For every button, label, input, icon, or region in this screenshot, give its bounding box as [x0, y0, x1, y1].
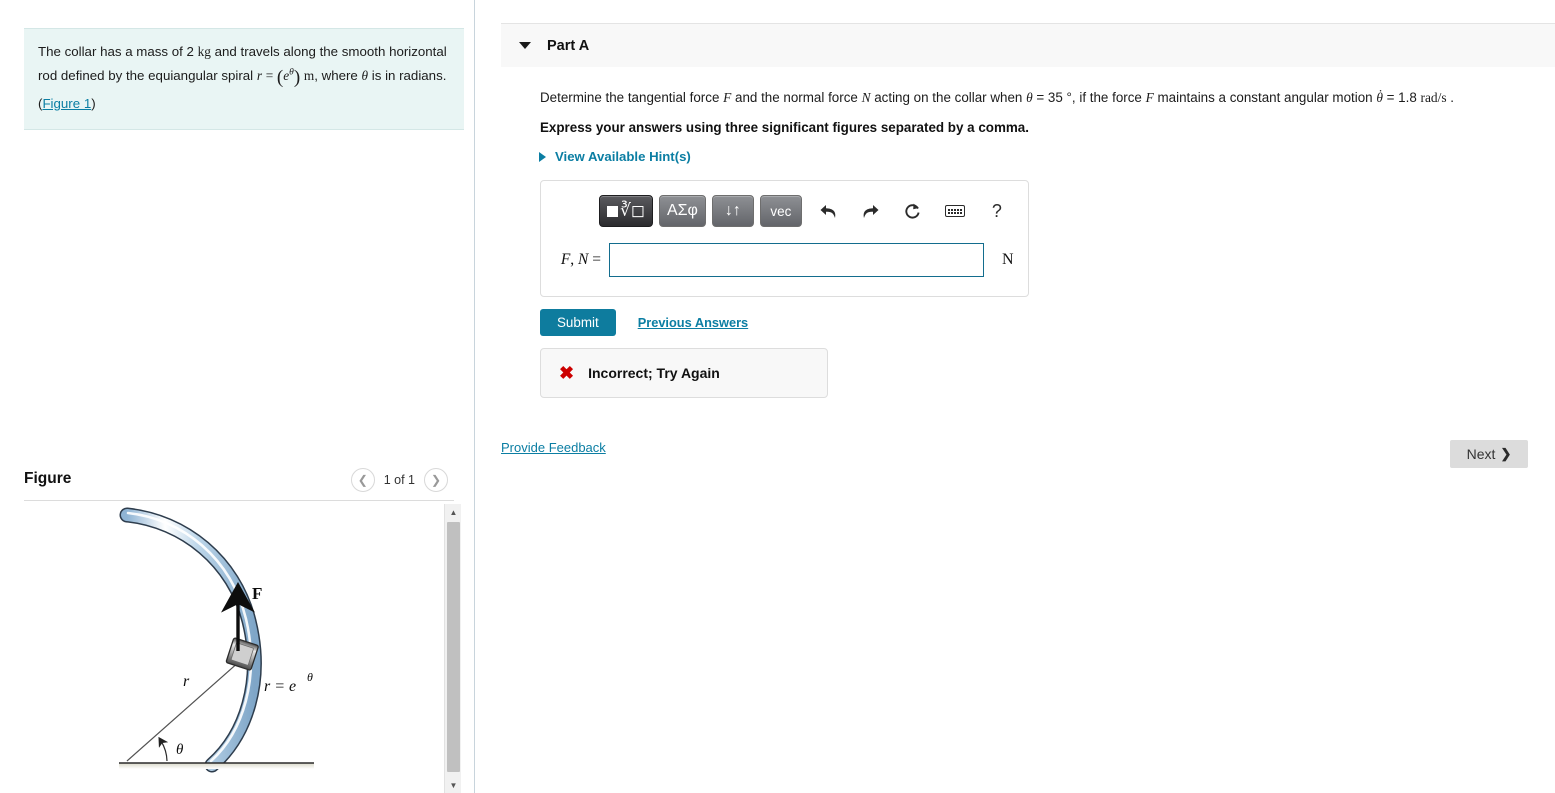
next-label: Next: [1466, 446, 1496, 462]
updown-arrows-button[interactable]: ↓↑: [711, 195, 754, 227]
help-icon[interactable]: ?: [982, 197, 1012, 225]
problem-text-1: The collar has a mass of 2: [38, 44, 198, 59]
triangle-down-icon[interactable]: ▼: [445, 777, 462, 793]
part-a-header[interactable]: Part A: [501, 23, 1555, 67]
express-instruction: Express your answers using three signifi…: [540, 120, 1029, 135]
radius-label: r: [183, 673, 190, 690]
answer-field-label: F, N =: [541, 251, 609, 269]
question-seg-2: and the normal force: [731, 90, 862, 105]
ground-strip: [119, 763, 314, 769]
answer-label-equals: =: [592, 251, 601, 268]
paren-close: ): [293, 66, 301, 88]
updown-arrows-icon: ↓↑: [724, 202, 741, 219]
question-seg-4: = 35: [1032, 90, 1067, 105]
var-N: N: [861, 90, 871, 105]
figure-scrollbar[interactable]: ▲ ▼: [444, 504, 461, 793]
template-radical-button[interactable]: ∛◻: [599, 195, 653, 227]
caret-down-icon[interactable]: [519, 42, 531, 49]
feedback-banner: ✖ Incorrect; Try Again: [540, 348, 828, 398]
answer-row: F, N = N: [541, 243, 1028, 277]
reset-icon[interactable]: [898, 197, 928, 225]
keyboard-icon[interactable]: [940, 197, 970, 225]
figure-diagram: F r θ r = e θ: [119, 507, 314, 773]
help-label: ?: [991, 200, 1002, 221]
figure-prev-button[interactable]: ❮: [350, 468, 375, 492]
submit-row: Submit Previous Answers: [540, 309, 748, 336]
chevron-right-icon: ❯: [430, 473, 442, 487]
question-seg-8: .: [1446, 90, 1455, 105]
redo-icon[interactable]: [856, 197, 886, 225]
submit-button[interactable]: Submit: [540, 309, 616, 336]
question-text: Determine the tangential force F and the…: [540, 83, 1520, 109]
undo-icon[interactable]: [814, 197, 844, 225]
force-label: F: [252, 584, 262, 603]
chevron-right-icon: ❯: [1500, 446, 1512, 461]
answer-card: ∛◻ ΑΣφ ↓↑ vec ? F, N = N: [540, 180, 1029, 297]
figure-1-link[interactable]: Figure 1: [42, 96, 91, 111]
caret-right-icon: [539, 151, 546, 162]
question-seg-3: acting on the collar when: [870, 90, 1027, 105]
rod-highlight: [126, 511, 253, 763]
right-pane: Part A Determine the tangential force F …: [475, 0, 1555, 793]
equation-equals: =: [265, 67, 274, 83]
provide-feedback-link[interactable]: Provide Feedback: [501, 440, 606, 455]
question-seg-6: maintains a constant angular motion: [1153, 90, 1377, 105]
curve-equation-exponent: θ: [307, 670, 313, 684]
part-a-label: Part A: [547, 37, 590, 54]
math-toolbar: ∛◻ ΑΣφ ↓↑ vec ?: [599, 195, 1012, 227]
problem-text-3: , where: [314, 67, 362, 83]
question-seg-7: = 1.8: [1382, 90, 1421, 105]
figure-counter: 1 of 1: [383, 473, 415, 487]
view-hints-toggle[interactable]: View Available Hint(s): [539, 149, 691, 164]
var-theta-dot: θ ·: [1376, 83, 1383, 105]
question-seg-1: Determine the tangential force: [540, 90, 724, 105]
greek-symbols-button[interactable]: ΑΣφ: [658, 195, 706, 227]
var-theta: θ: [1026, 90, 1033, 105]
answer-label-N: N: [578, 251, 589, 268]
x-mark-icon: ✖: [559, 362, 575, 383]
answer-label-F: F: [560, 251, 571, 268]
greek-symbols-label: ΑΣφ: [666, 202, 698, 219]
view-hints-label: View Available Hint(s): [555, 149, 691, 164]
equation-r: r: [256, 67, 262, 83]
figure-header: Figure ❮ 1 of 1 ❯: [24, 466, 464, 500]
problem-text-5: ): [91, 96, 96, 112]
answer-unit: N: [1002, 251, 1014, 268]
figure-divider: [24, 500, 454, 501]
unit-rad-per-s: rad/s: [1420, 90, 1447, 105]
length-unit: m: [303, 67, 315, 83]
figure-title: Figure: [24, 470, 72, 487]
triangle-up-icon[interactable]: ▲: [445, 504, 462, 520]
problem-statement: The collar has a mass of 2 kg and travel…: [24, 28, 464, 130]
var-F-2: F: [1145, 90, 1154, 105]
scrollbar-thumb[interactable]: [447, 522, 460, 772]
chevron-left-icon: ❮: [357, 473, 368, 487]
keyboard-glyph: [944, 205, 965, 217]
page-root: The collar has a mass of 2 kg and travel…: [0, 0, 1555, 793]
filled-square-icon: [607, 205, 618, 217]
vector-button[interactable]: vec: [759, 195, 802, 227]
vector-label: vec: [770, 203, 792, 219]
curve-equation-label: r = e: [264, 678, 296, 695]
nth-root-icon: ∛◻: [620, 201, 645, 220]
figure-pagination: ❮ 1 of 1 ❯: [350, 468, 448, 492]
previous-answers-link[interactable]: Previous Answers: [638, 315, 748, 330]
left-pane: The collar has a mass of 2 kg and travel…: [0, 0, 474, 793]
question-seg-5: , if the force: [1071, 90, 1146, 105]
answer-input[interactable]: [609, 243, 984, 277]
answer-label-comma: ,: [570, 251, 575, 268]
feedback-message: Incorrect; Try Again: [588, 365, 720, 381]
figure-next-button[interactable]: ❯: [424, 468, 448, 492]
angle-label: θ: [176, 742, 184, 758]
next-button[interactable]: Next ❯: [1450, 440, 1528, 468]
theta-dot-accent: ·: [1378, 83, 1383, 98]
figure-viewport: F r θ r = e θ: [24, 503, 467, 793]
mass-unit: kg: [197, 44, 211, 59]
angle-arc: [158, 736, 169, 762]
